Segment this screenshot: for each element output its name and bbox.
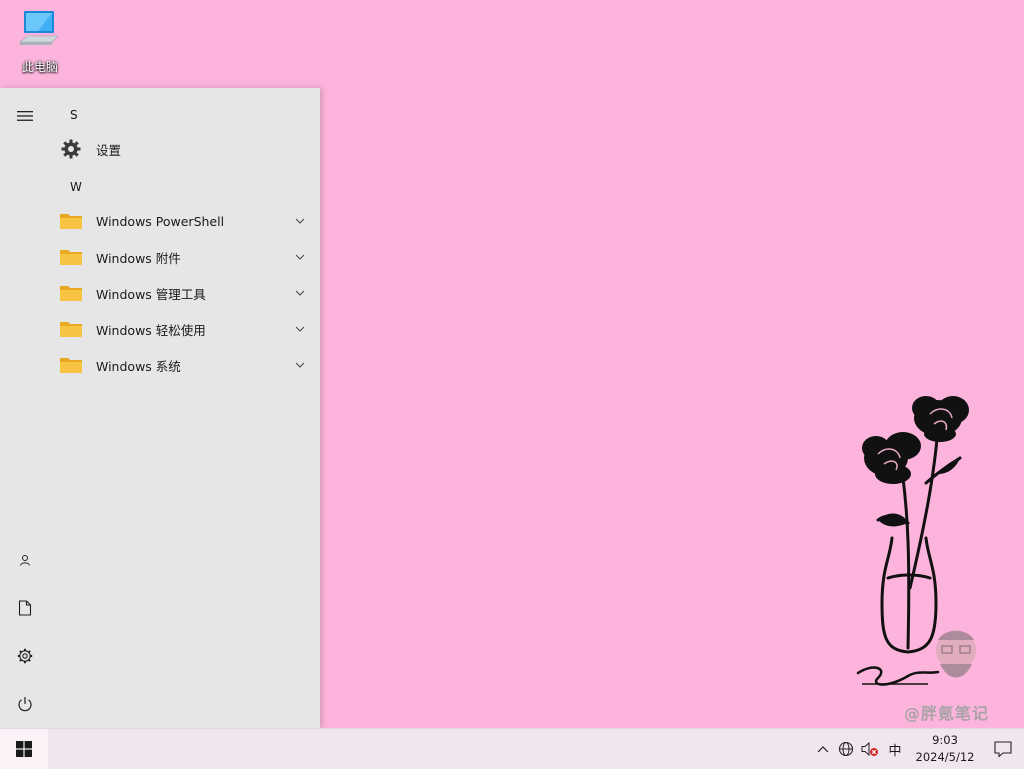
app-item-settings[interactable]: 设置 [58,132,306,166]
notification-icon [994,741,1012,757]
settings-app-icon [58,136,84,162]
folder-icon [60,250,82,265]
windows-logo-icon [16,741,32,757]
volume-button[interactable] [858,729,882,769]
group-letter-s[interactable]: S [70,108,78,122]
clock-date: 2024/5/12 [915,750,975,764]
app-item-label: 设置 [96,142,122,158]
taskbar: 中 9:03 2024/5/12 [0,728,1024,769]
app-folder-windows-powershell[interactable]: Windows PowerShell [58,204,306,238]
folder-icon [60,358,82,373]
clock-time: 9:03 [932,733,958,747]
power-button[interactable] [0,682,50,726]
app-folder-label: Windows PowerShell [96,213,225,229]
power-icon [18,697,32,712]
chevron-down-icon[interactable] [294,323,306,335]
chevron-down-icon[interactable] [294,359,306,371]
folder-icon [60,286,82,301]
desktop-icon-this-pc[interactable]: 此电脑 [12,8,68,75]
folder-icon [58,352,84,378]
gear-icon [61,139,81,159]
clock[interactable]: 9:03 2024/5/12 [908,729,982,769]
chevron-down-icon[interactable] [294,251,306,263]
desktop-icon-label: 此电脑 [21,60,58,74]
folder-icon [58,244,84,270]
chevron-down-icon[interactable] [294,287,306,299]
speaker-muted-icon [861,741,878,757]
user-icon [20,555,30,566]
app-folder-windows-admin-tools[interactable]: Windows 管理工具 [58,276,306,310]
start-button[interactable] [0,729,48,769]
hamburger-icon [17,111,33,121]
start-menu: S 设置 W Windows PowerShell Windows 附件 Win… [0,88,320,728]
app-folder-windows-accessories[interactable]: Windows 附件 [58,240,306,274]
network-button[interactable] [834,729,858,769]
start-menu-rail [0,88,50,728]
folder-icon [58,280,84,306]
app-folder-label: Windows 轻松使用 [96,322,206,338]
folder-icon [60,322,82,337]
documents-button[interactable] [0,586,50,630]
app-folder-windows-ease-of-access[interactable]: Windows 轻松使用 [58,312,306,346]
document-icon [18,600,32,616]
settings-rail-button[interactable] [0,634,50,678]
app-folder-label: Windows 系统 [96,358,181,374]
folder-icon [58,316,84,342]
action-center-button[interactable] [982,729,1024,769]
folder-icon [58,208,84,234]
input-method-indicator[interactable]: 中 [882,729,908,769]
app-folder-label: Windows 附件 [96,250,181,266]
rose-vase-artwork [856,396,976,686]
hamburger-menu-button[interactable] [0,94,50,138]
chevron-up-icon [817,746,829,753]
group-letter-w[interactable]: W [70,180,82,194]
watermark-text: @胖氪笔记 [904,704,990,723]
system-tray: 中 9:03 2024/5/12 [812,729,1024,769]
app-folder-label: Windows 管理工具 [96,286,206,302]
folder-icon [60,214,82,229]
globe-network-icon [838,741,854,757]
user-account-button[interactable] [0,538,50,582]
gear-icon [17,648,33,664]
computer-icon [19,11,59,45]
chevron-down-icon[interactable] [294,215,306,227]
show-hidden-icons-button[interactable] [812,729,834,769]
app-folder-windows-system[interactable]: Windows 系统 [58,348,306,382]
